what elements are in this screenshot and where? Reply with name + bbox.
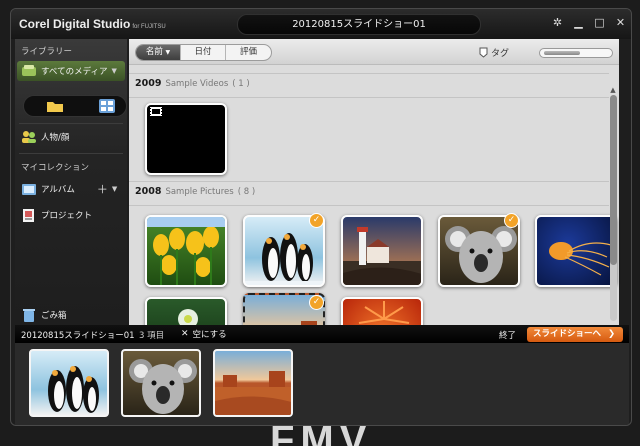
sidebar-item-album[interactable]: アルバム ＋ ▼ [17, 179, 125, 199]
selected-check-icon[interactable]: ✓ [309, 295, 324, 310]
sort-by-name-button[interactable]: 名前 ▼ [136, 45, 181, 60]
group-header-2009: 2009 Sample Videos ( 1 ) [135, 78, 605, 94]
thumbnail-tulips[interactable] [145, 215, 227, 287]
thumbnail-lighthouse[interactable] [341, 215, 423, 287]
media-library-icon [21, 64, 37, 78]
thumbnail-video-1[interactable] [145, 103, 227, 175]
tray-item-desert[interactable] [213, 349, 293, 417]
group-year: 2009 [135, 78, 162, 89]
sidebar-item-album-label: アルバム [41, 185, 75, 195]
tag-icon [479, 47, 488, 58]
slideshow-button-label: スライドショーへ [533, 329, 602, 339]
group-divider [129, 181, 609, 182]
group-divider [129, 97, 609, 98]
tag-label: タグ [491, 49, 510, 59]
thumbnail-size-slider[interactable] [539, 48, 613, 58]
slider-thumb[interactable] [544, 51, 580, 55]
tag-toggle[interactable]: タグ [479, 46, 509, 59]
sidebar-item-people[interactable]: 人物/顔 [17, 127, 125, 147]
sidebar-item-trash[interactable]: ごみ箱 [17, 305, 125, 325]
sort-by-rating-button[interactable]: 評価 [226, 45, 271, 60]
group-divider [129, 73, 609, 74]
sidebar-item-trash-label: ごみ箱 [41, 311, 67, 321]
sort-button-group: 名前 ▼ 日付 評価 [135, 44, 272, 61]
thumbnail-jellyfish[interactable] [535, 215, 617, 287]
tray-item-count: 3 項目 [139, 331, 165, 341]
album-icon [21, 182, 37, 196]
sidebar-item-people-label: 人物/顔 [41, 133, 70, 143]
group-count: ( 8 ) [237, 187, 256, 197]
clear-tray-button[interactable]: ✕ 空にする [181, 328, 227, 340]
sort-toolbar: 名前 ▼ 日付 評価 タグ [129, 39, 619, 65]
close-button[interactable]: ✕ [614, 16, 627, 30]
project-icon [21, 208, 37, 222]
clear-x-icon: ✕ [181, 329, 189, 339]
app-brand: Corel Digital Studio for FUJITSU [19, 17, 166, 31]
grid-view-icon[interactable] [98, 98, 116, 114]
sidebar-item-all-media-label: すべてのメディア [41, 67, 108, 77]
sort-direction-icon: ▼ [165, 49, 171, 56]
settings-gear-icon[interactable]: ✲ [551, 16, 564, 30]
sidebar: ライブラリー すべてのメディア ▼ 人物/顔 マイコレクション アルバム ＋ ▼… [15, 39, 127, 325]
group-count: ( 1 ) [232, 79, 250, 89]
tray-header: 20120815スライドショー01 3 項目 ✕ 空にする 終了 スライドショー… [15, 325, 629, 343]
clear-label: 空にする [192, 330, 227, 340]
sidebar-divider [19, 123, 123, 124]
vertical-scrollbar[interactable] [610, 95, 617, 321]
window-controls: ✲ ▁ □ ✕ [551, 16, 627, 30]
scroll-up-arrow-icon[interactable]: ▲ [608, 85, 618, 95]
slideshow-button[interactable]: スライドショーへ ❯ [527, 327, 623, 342]
media-filter-row [23, 95, 127, 117]
brand-name: Corel Digital Studio [19, 17, 131, 31]
folder-icon[interactable] [46, 99, 64, 113]
tray-item-koala[interactable] [121, 349, 201, 417]
people-icon [21, 130, 37, 144]
project-title-field[interactable]: 20120815スライドショー01 [237, 14, 481, 35]
chevron-down-icon[interactable]: ▼ [111, 67, 116, 75]
tray-title: 20120815スライドショー01 [21, 331, 135, 341]
title-bar: Corel Digital Studio for FUJITSU 20120815… [11, 9, 631, 39]
sidebar-item-project[interactable]: プロジェクト [17, 205, 125, 225]
video-film-icon [150, 107, 162, 116]
maximize-button[interactable]: □ [593, 16, 606, 30]
chevron-down-icon[interactable]: ▼ [112, 185, 117, 193]
app-window: Corel Digital Studio for FUJITSU 20120815… [10, 8, 632, 426]
selected-check-icon[interactable]: ✓ [309, 213, 324, 228]
sidebar-item-project-label: プロジェクト [41, 211, 93, 221]
tray-item-penguins[interactable] [29, 349, 109, 417]
finish-button[interactable]: 終了 [499, 329, 516, 341]
media-browser: 名前 ▼ 日付 評価 タグ 2009 Sample Videos ( 1 ) 2… [129, 39, 619, 369]
scrollbar-thumb[interactable] [610, 95, 617, 265]
minimize-button[interactable]: ▁ [572, 16, 585, 30]
group-header-2008: 2008 Sample Pictures ( 8 ) [135, 186, 605, 202]
selected-check-icon[interactable]: ✓ [504, 213, 519, 228]
group-name: Sample Videos [165, 79, 229, 89]
trash-icon [21, 308, 37, 322]
group-divider [129, 205, 609, 206]
group-name: Sample Pictures [165, 187, 234, 197]
project-tray: 20120815スライドショー01 3 項目 ✕ 空にする 終了 スライドショー… [15, 325, 629, 425]
brand-sub: for FUJITSU [132, 24, 166, 30]
sort-name-label: 名前 [145, 47, 163, 57]
library-heading: ライブラリー [21, 47, 73, 57]
sidebar-item-all-media[interactable]: すべてのメディア ▼ [17, 61, 125, 81]
group-year: 2008 [135, 186, 162, 197]
sidebar-divider [19, 153, 123, 154]
arrow-right-icon: ❯ [607, 329, 616, 339]
add-album-icon[interactable]: ＋ [97, 181, 108, 197]
sort-by-date-button[interactable]: 日付 [181, 45, 226, 60]
collection-heading: マイコレクション [21, 163, 90, 173]
